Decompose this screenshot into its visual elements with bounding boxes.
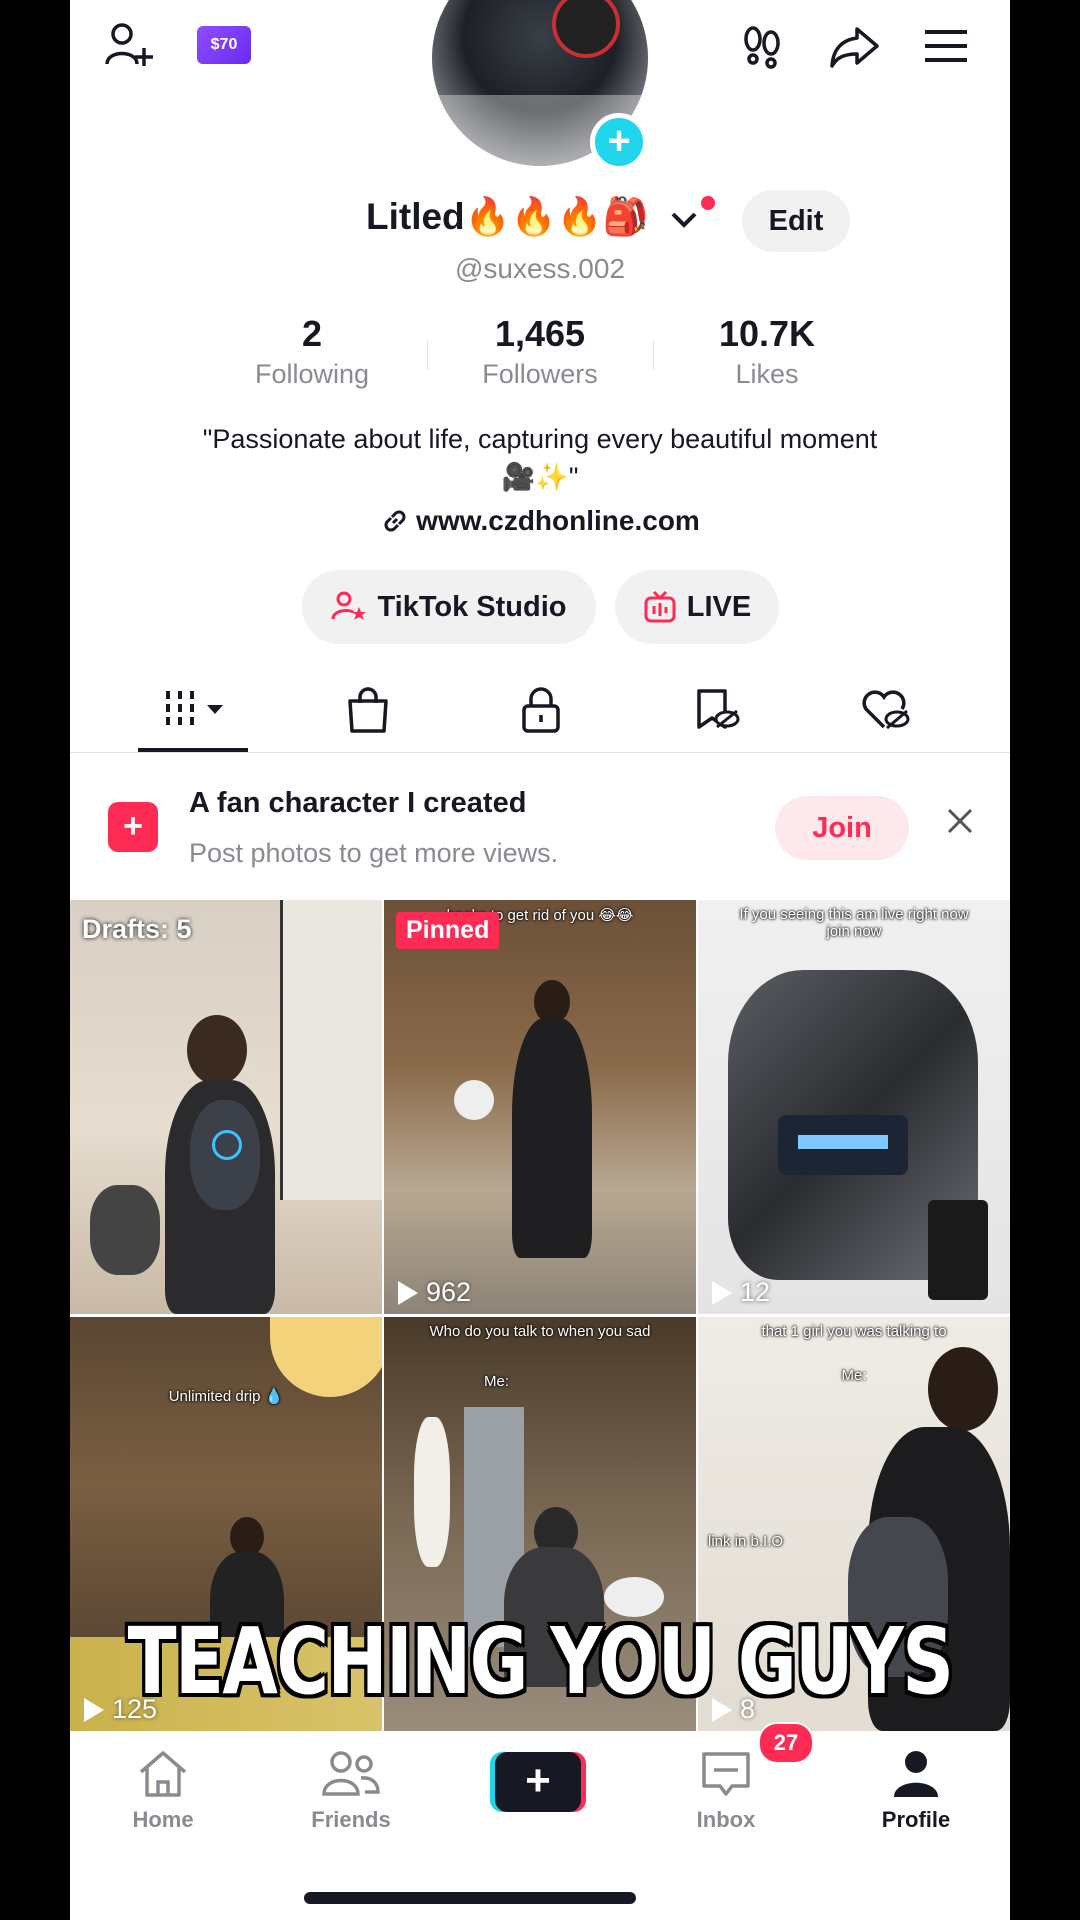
- tab-divider: [70, 752, 1010, 753]
- stat-divider: [427, 340, 428, 370]
- nav-inbox-label: Inbox: [696, 1807, 756, 1832]
- create-button[interactable]: +: [490, 1752, 586, 1812]
- inbox-icon: [702, 1752, 750, 1796]
- woman-figure: [414, 1417, 450, 1567]
- share-icon[interactable]: [826, 18, 882, 74]
- ceiling-light: [270, 1317, 382, 1397]
- play-icon: [84, 1697, 104, 1722]
- phone-shape: [928, 1200, 988, 1300]
- profile-icon: [894, 1751, 938, 1797]
- video-caption: If you seeing this am live right now joi…: [739, 906, 969, 940]
- stat-followers[interactable]: 1,465 Followers: [440, 313, 640, 390]
- stat-divider: [653, 340, 654, 370]
- nav-profile[interactable]: Profile: [856, 1748, 976, 1833]
- website-link[interactable]: www.czdhonline.com: [70, 505, 1010, 537]
- coins-label: $70: [210, 36, 238, 53]
- videos-grid-icon: [166, 691, 223, 729]
- edit-profile-button[interactable]: Edit: [742, 190, 850, 252]
- coins-badge[interactable]: $70: [197, 26, 251, 64]
- link-icon: [384, 510, 406, 532]
- nav-friends-label: Friends: [311, 1807, 391, 1832]
- inbox-count-badge: 27: [758, 1722, 814, 1764]
- helmet-shape: [90, 1185, 160, 1275]
- add-avatar-plus-icon[interactable]: +: [590, 113, 648, 171]
- hidden-bookmark-icon: [697, 689, 740, 729]
- tab-liked[interactable]: [846, 680, 926, 740]
- video-caption-me: Me:: [484, 1373, 510, 1390]
- promo-subtitle: Post photos to get more views.: [189, 838, 559, 868]
- nav-friends[interactable]: Friends: [291, 1748, 411, 1833]
- home-indicator[interactable]: [304, 1892, 636, 1904]
- live-button[interactable]: LIVE: [615, 570, 779, 644]
- video-caption-link: link in b.I.O: [708, 1533, 784, 1550]
- tab-shop[interactable]: [328, 680, 408, 740]
- plus-icon: +: [495, 1752, 581, 1812]
- nav-home-label: Home: [132, 1807, 194, 1832]
- led-light: [798, 1135, 888, 1149]
- studio-label: TikTok Studio: [377, 590, 567, 623]
- views-label: 12: [740, 1277, 771, 1307]
- video-tile[interactable]: Drafts: 5: [70, 900, 382, 1314]
- wall-art: [280, 900, 382, 1200]
- display-name: Litled🔥🔥🔥🎒: [366, 196, 649, 237]
- live-label: LIVE: [686, 590, 752, 623]
- video-tile[interactable]: If you seeing this am live right now joi…: [698, 900, 1010, 1314]
- nav-profile-label: Profile: [881, 1807, 951, 1832]
- add-friend-icon[interactable]: [102, 18, 158, 74]
- video-caption: Unlimited drip 💧: [168, 1388, 284, 1405]
- home-icon: [139, 1751, 187, 1797]
- backpack-light: [212, 1130, 242, 1160]
- footprint-icon[interactable]: [734, 18, 790, 74]
- followers-label: Followers: [482, 359, 598, 389]
- studio-icon: [331, 591, 367, 620]
- join-button[interactable]: Join: [775, 796, 909, 860]
- create-post-icon: +: [108, 802, 158, 852]
- view-count: 12: [712, 1277, 770, 1308]
- likes-label: Likes: [735, 359, 799, 389]
- avatar-lens-detail: [552, 0, 620, 58]
- tab-private[interactable]: [501, 680, 581, 740]
- video-caption: Who do you talk to when you sad: [429, 1323, 651, 1340]
- lock-icon: [522, 687, 560, 733]
- hidden-heart-icon: [862, 690, 910, 730]
- friends-icon: [322, 1751, 380, 1796]
- live-icon: [644, 590, 676, 623]
- following-label: Following: [254, 359, 370, 389]
- stat-likes[interactable]: 10.7K Likes: [667, 313, 867, 390]
- username: @suxess.002: [454, 253, 626, 284]
- menu-icon[interactable]: [918, 18, 974, 74]
- video-caption: that 1 girl you was talking to: [761, 1323, 947, 1340]
- play-icon: [398, 1280, 418, 1305]
- close-icon[interactable]: [940, 806, 980, 850]
- cafe-table: [454, 1080, 494, 1120]
- tiktok-studio-button[interactable]: TikTok Studio: [302, 570, 596, 644]
- overlay-caption: TEACHING YOU GUYS: [127, 1608, 954, 1715]
- video-tile[interactable]: books to get rid of you 😂😂 Pinned 962: [384, 900, 696, 1314]
- person-head: [230, 1517, 264, 1557]
- promo-title: A fan character I created: [189, 787, 527, 819]
- person-head: [928, 1347, 998, 1431]
- drafts-badge: Drafts: 5: [82, 914, 192, 944]
- likes-count: 10.7K: [718, 313, 816, 354]
- view-count: 962: [398, 1277, 471, 1308]
- stat-following[interactable]: 2 Following: [212, 313, 412, 390]
- person-body: [512, 1018, 592, 1258]
- following-count: 2: [301, 313, 323, 354]
- views-label: 962: [426, 1277, 472, 1307]
- pinned-badge: Pinned: [396, 912, 500, 949]
- play-icon: [712, 1280, 732, 1305]
- followers-count: 1,465: [494, 313, 586, 354]
- nav-home[interactable]: Home: [103, 1748, 223, 1833]
- tab-saved[interactable]: [676, 680, 756, 740]
- bio-text: "Passionate about life, capturing every …: [202, 424, 878, 492]
- person-head: [187, 1015, 247, 1085]
- shopping-bag-icon: [348, 687, 388, 733]
- website-url: www.czdhonline.com: [416, 505, 700, 536]
- tab-videos[interactable]: [150, 680, 240, 740]
- chevron-down-icon[interactable]: [670, 205, 698, 237]
- notification-dot: [701, 196, 715, 210]
